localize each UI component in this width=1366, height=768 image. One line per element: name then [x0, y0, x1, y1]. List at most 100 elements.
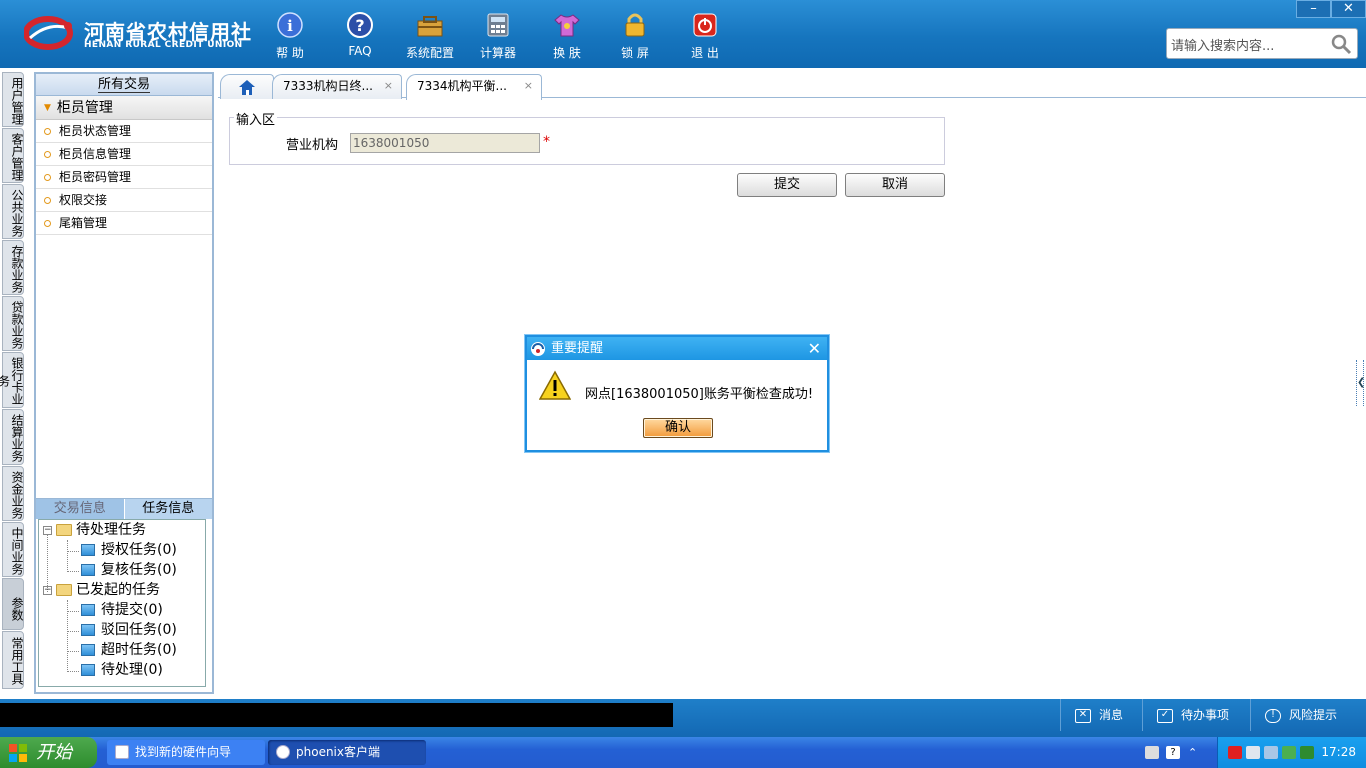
status-message-area	[0, 703, 673, 727]
calculator-button[interactable]: 计算器	[468, 8, 528, 64]
teller-management-group[interactable]: ▼ 柜员管理	[36, 96, 212, 120]
system-tray: 17:28	[1217, 737, 1366, 768]
vtab-common-tools[interactable]: 常用工具	[2, 631, 24, 689]
circle-bullet-icon	[44, 197, 51, 204]
risk-alert-button[interactable]: ! 风险提示	[1250, 699, 1366, 731]
submit-button[interactable]: 提交	[737, 173, 837, 197]
tab-7333[interactable]: 7333机构日终... ×	[272, 74, 402, 99]
exit-button[interactable]: 退 出	[675, 8, 735, 64]
branch-field[interactable]: 1638001050	[350, 133, 540, 153]
all-transactions-header[interactable]: 所有交易	[36, 74, 212, 96]
header-bar: 河南省农村信用社 HENAN RURAL CREDIT UNION i 帮 助 …	[0, 0, 1366, 68]
close-tab-icon[interactable]: ×	[524, 75, 533, 97]
tab-7334[interactable]: 7334机构平衡... ×	[406, 74, 542, 100]
tab-transaction-info[interactable]: 交易信息	[36, 499, 124, 519]
lock-icon	[625, 13, 645, 37]
tree-node-to-process[interactable]: 待处理(0)	[81, 660, 163, 680]
v-shield-icon[interactable]	[1300, 746, 1314, 759]
vtab-funds[interactable]: 资金业务	[2, 466, 24, 521]
vtab-public-business[interactable]: 公共业务	[2, 184, 24, 239]
collapse-icon[interactable]: −	[43, 585, 52, 595]
lock-screen-button[interactable]: 锁 屏	[605, 8, 665, 64]
vtab-customer-management[interactable]: 客户管理	[2, 128, 24, 183]
required-mark: *	[543, 134, 550, 150]
todo-button[interactable]: ✓ 待办事项	[1142, 699, 1250, 731]
close-window-button[interactable]: ✕	[1331, 0, 1366, 18]
file-icon	[81, 664, 95, 676]
vtab-settlement[interactable]: 结算业务	[2, 409, 24, 465]
tree-node-initiated-tasks[interactable]: − 已发起的任务	[43, 580, 160, 600]
app-icon	[276, 745, 290, 759]
help-tray-icon[interactable]: ?	[1166, 746, 1180, 759]
task-phoenix-client[interactable]: phoenix客户端	[268, 740, 426, 765]
network-icon[interactable]	[1228, 746, 1242, 759]
circle-bullet-icon	[44, 220, 51, 227]
keyboard-icon[interactable]	[1145, 746, 1159, 759]
search-icon[interactable]	[1329, 32, 1353, 56]
nav-item-teller-password[interactable]: 柜员密码管理	[36, 166, 212, 189]
input-area-fieldset: 输入区 营业机构 1638001050 *	[229, 109, 945, 165]
mail-icon: ✕	[1075, 708, 1091, 723]
vtab-user-management[interactable]: 用户管理	[2, 72, 24, 127]
logo-subtitle: HENAN RURAL CREDIT UNION	[84, 40, 243, 50]
tree-node-timeout[interactable]: 超时任务(0)	[81, 640, 177, 660]
shirt-icon	[554, 14, 580, 37]
vtab-deposit-business[interactable]: 存款业务	[2, 240, 24, 295]
vtab-parameters[interactable]: 参数	[2, 578, 24, 630]
file-icon	[81, 564, 95, 576]
vtab-loan-business[interactable]: 贷款业务	[2, 296, 24, 351]
minimize-button[interactable]: –	[1296, 0, 1331, 18]
task-hardware-wizard[interactable]: 找到新的硬件向导	[107, 740, 265, 765]
security-icon[interactable]	[1282, 746, 1296, 759]
search-input[interactable]: 请输入搜索内容...	[1166, 28, 1358, 59]
triangle-down-icon: ▼	[44, 103, 51, 113]
checkbox-icon: ✓	[1157, 708, 1173, 723]
tree-node-authorize-tasks[interactable]: 授权任务(0)	[81, 540, 177, 560]
cancel-button[interactable]: 取消	[845, 173, 945, 197]
vtab-intermediary[interactable]: 中间业务	[2, 522, 24, 577]
os-taskbar: 开始 找到新的硬件向导 phoenix客户端 ? ⌃ 17:28	[0, 737, 1366, 768]
vtab-bank-card[interactable]: 银行卡业务	[0, 352, 24, 408]
collapse-icon[interactable]: −	[43, 525, 52, 535]
tree-node-rejected[interactable]: 驳回任务(0)	[81, 620, 177, 640]
dialog-title-bar: 重要提醒 ✕	[527, 337, 827, 360]
info-icon: i	[277, 12, 303, 38]
input-area-legend: 输入区	[234, 109, 278, 128]
vertical-module-tabs: 用户管理 客户管理 公共业务 存款业务 贷款业务 银行卡业务 结算业务 资金业务…	[0, 70, 28, 690]
faq-button[interactable]: ? FAQ	[330, 8, 390, 64]
tree-node-pending-tasks[interactable]: − 待处理任务	[43, 520, 146, 540]
circle-bullet-icon	[44, 128, 51, 135]
start-button[interactable]: 开始	[0, 737, 97, 768]
circle-bullet-icon	[44, 174, 51, 181]
alert-dialog: 重要提醒 ✕ 网点[1638001050]账务平衡检查成功! 确认	[525, 335, 829, 452]
nav-item-tail-box[interactable]: 尾箱管理	[36, 212, 212, 235]
circle-bullet-icon	[44, 151, 51, 158]
power-icon	[693, 13, 717, 37]
close-icon[interactable]: ✕	[808, 337, 821, 360]
nav-item-permission-handover[interactable]: 权限交接	[36, 189, 212, 212]
calculator-icon	[487, 13, 509, 37]
tree-node-review-tasks[interactable]: 复核任务(0)	[81, 560, 177, 580]
collapse-handle[interactable]: ❮	[1356, 360, 1365, 406]
tab-task-info[interactable]: 任务信息	[123, 499, 212, 519]
warning-icon	[539, 370, 571, 400]
close-tab-icon[interactable]: ×	[384, 75, 393, 97]
nav-item-teller-status[interactable]: 柜员状态管理	[36, 120, 212, 143]
antivirus-icon[interactable]	[1246, 746, 1260, 759]
question-icon: ?	[347, 12, 373, 38]
messages-button[interactable]: ✕ 消息	[1060, 699, 1142, 731]
system-config-button[interactable]: 系统配置	[400, 8, 460, 64]
tree-node-to-submit[interactable]: 待提交(0)	[81, 600, 163, 620]
search-placeholder: 请输入搜索内容...	[1171, 39, 1275, 54]
svg-text:i: i	[287, 17, 293, 35]
nav-item-teller-info[interactable]: 柜员信息管理	[36, 143, 212, 166]
help-button[interactable]: i 帮 助	[260, 8, 320, 64]
confirm-button[interactable]: 确认	[643, 418, 713, 438]
monitor-icon[interactable]	[1264, 746, 1278, 759]
change-skin-button[interactable]: 换 肤	[537, 8, 597, 64]
file-icon	[81, 644, 95, 656]
tab-home[interactable]	[220, 74, 274, 99]
dialog-title: 重要提醒	[551, 341, 604, 356]
tray-expand-icon[interactable]: ⌃	[1188, 746, 1198, 759]
folder-icon	[56, 584, 72, 596]
